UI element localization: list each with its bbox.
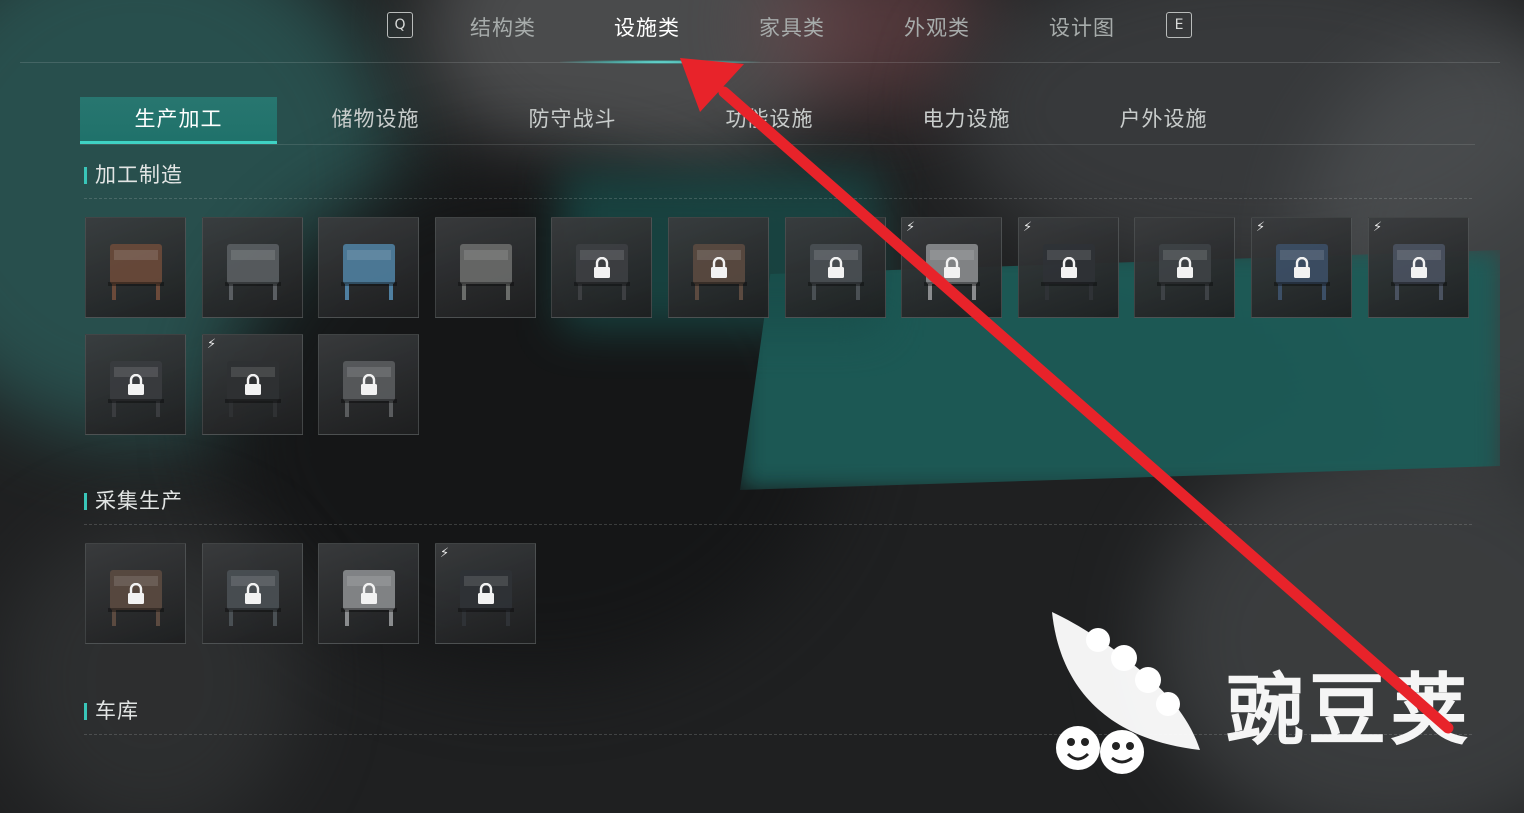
red-arrow-icon — [680, 58, 1454, 734]
